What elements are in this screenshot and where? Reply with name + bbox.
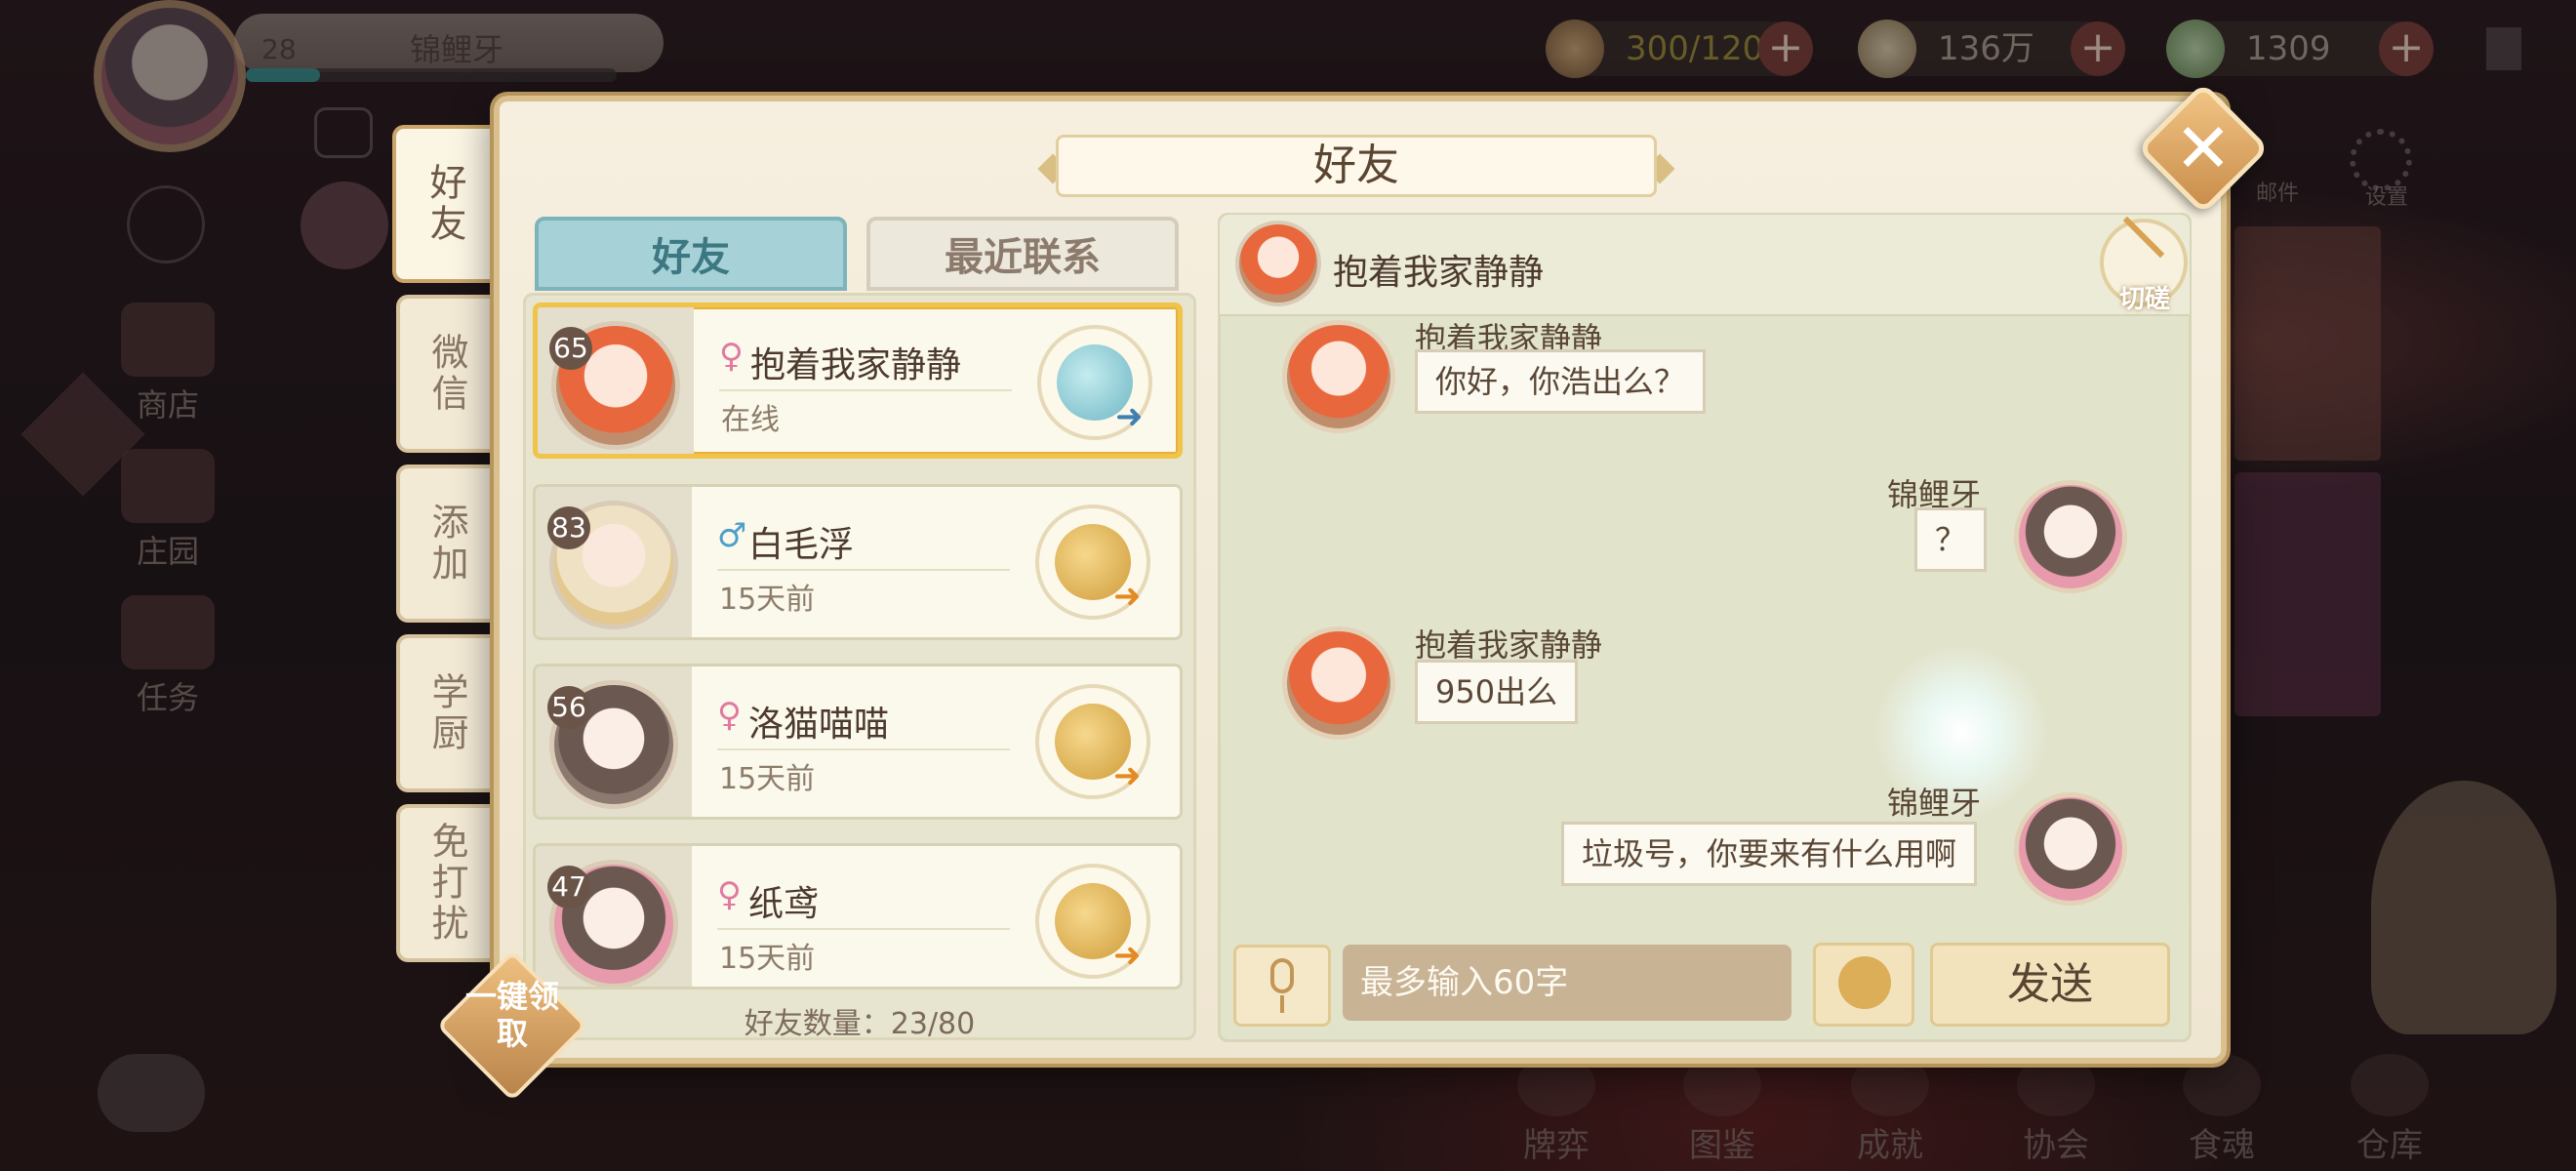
divider: [717, 569, 1010, 571]
microphone-icon: [1270, 958, 1294, 993]
chat-partner-name: 抱着我家静静: [1333, 253, 1545, 293]
female-icon: ♀: [719, 337, 744, 376]
side-tab-add[interactable]: 添加: [396, 464, 494, 623]
side-tab-do-not-disturb[interactable]: 免打扰: [396, 804, 494, 962]
friend-status: 15天前: [719, 762, 816, 796]
friend-name: 白毛浮: [748, 525, 855, 565]
arrow-icon: ➜: [1113, 936, 1142, 975]
side-tab-add-label: 添加: [425, 503, 468, 585]
message-input[interactable]: [1343, 945, 1791, 1021]
friend-status: 15天前: [719, 583, 816, 617]
friend-card[interactable]: 47 ♀ 纸鸢 15天前 ➜: [533, 843, 1183, 989]
friend-level-badge: 56: [547, 686, 590, 729]
female-icon: ♀: [717, 875, 742, 914]
friend-name: 抱着我家静静: [750, 345, 962, 385]
send-button[interactable]: 发送: [1930, 943, 2170, 1027]
microphone-stand: [1280, 995, 1284, 1013]
handshake-button[interactable]: ➜: [1035, 684, 1150, 799]
arrow-icon: ➜: [1113, 756, 1142, 795]
spar-label: 切磋: [2118, 285, 2170, 314]
message-avatar[interactable]: [1282, 626, 1395, 740]
close-icon[interactable]: ✕: [2156, 101, 2250, 195]
friend-name: 纸鸢: [748, 884, 820, 924]
friend-level-badge: 83: [547, 506, 590, 549]
friend-card[interactable]: 56 ♀ 洛猫喵喵 15天前 ➜: [533, 664, 1183, 820]
tab-friends[interactable]: 好友: [535, 217, 847, 291]
divider: [719, 389, 1012, 391]
friend-card[interactable]: 65 ♀ 抱着我家静静 在线 ➜: [533, 303, 1183, 459]
male-icon: ♂: [717, 516, 747, 555]
message-avatar[interactable]: [2014, 792, 2127, 906]
divider: [717, 748, 1010, 750]
divider: [717, 928, 1010, 930]
friend-status: 15天前: [719, 942, 816, 976]
friend-level-badge: 65: [549, 327, 592, 370]
side-tab-wechat-label: 微信: [425, 333, 468, 415]
side-tab-friends[interactable]: 好友: [392, 125, 494, 283]
side-tab-dnd-label: 免打扰: [425, 822, 468, 945]
message-bubble: 950出么: [1415, 660, 1579, 724]
friend-name: 洛猫喵喵: [748, 705, 890, 745]
one-key-collect-label[interactable]: 一键领取: [455, 978, 570, 1052]
friend-status: 在线: [721, 403, 780, 437]
side-tab-wechat[interactable]: 微信: [396, 295, 494, 453]
message-avatar[interactable]: [2014, 480, 2127, 593]
friend-level-badge: 47: [547, 866, 590, 909]
chat-partner-avatar[interactable]: [1235, 221, 1321, 306]
handshake-button[interactable]: ➜: [1035, 505, 1150, 620]
cat-face-icon: [1838, 956, 1891, 1009]
tab-recent-contacts[interactable]: 最近联系: [866, 217, 1179, 291]
female-icon: ♀: [717, 696, 742, 735]
friend-count: 好友数量：23/80: [744, 1007, 976, 1041]
arrow-icon: ➜: [1113, 577, 1142, 616]
handshake-button[interactable]: ➜: [1037, 325, 1152, 440]
message-avatar[interactable]: [1282, 320, 1395, 433]
handshake-button[interactable]: ➜: [1035, 864, 1150, 979]
message-bubble: ？: [1914, 507, 1988, 572]
message-sender: 锦鲤牙: [1887, 785, 1982, 822]
side-tab-friends-label: 好友: [423, 163, 466, 245]
side-tab-apprentice[interactable]: 学厨: [396, 634, 494, 792]
message-bubble: 你好，你浩出么？: [1415, 349, 1707, 414]
dialog-title: 好友: [1313, 141, 1399, 190]
side-tab-apprentice-label: 学厨: [425, 672, 468, 754]
message-bubble: 垃圾号，你要来有什么用啊: [1561, 822, 1978, 886]
friend-card[interactable]: 83 ♂ 白毛浮 15天前 ➜: [533, 484, 1183, 640]
arrow-icon: ➜: [1115, 397, 1144, 436]
